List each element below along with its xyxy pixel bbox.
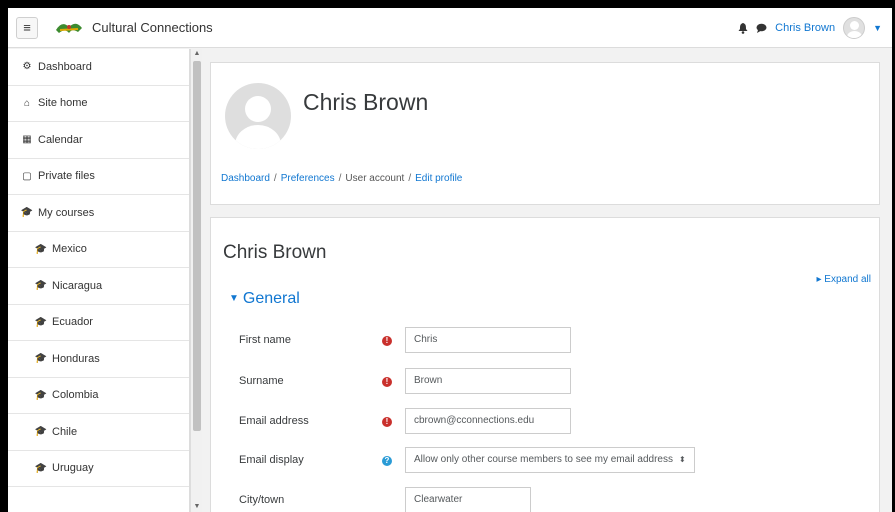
scrollbar-thumb[interactable] <box>193 61 201 431</box>
graduation-cap-icon: 🎓 <box>20 207 34 219</box>
sidebar-scrollbar[interactable]: ▲ ▼ <box>190 49 202 512</box>
section-general-toggle[interactable]: ▼ General <box>229 290 300 308</box>
notification-bell-icon[interactable] <box>738 22 748 34</box>
edit-profile-form-card: Chris Brown ▸ Expand all ▼ General First … <box>210 217 880 512</box>
breadcrumb-edit-profile-link[interactable]: Edit profile <box>415 173 462 184</box>
user-avatar[interactable] <box>843 17 866 39</box>
scroll-down-arrow-icon[interactable]: ▼ <box>191 502 203 512</box>
required-icon: ! <box>382 336 392 346</box>
graduation-cap-icon: 🎓 <box>34 280 48 292</box>
city-label: City/town <box>239 494 285 506</box>
sidebar-item-label: Mexico <box>52 243 87 256</box>
email-input[interactable]: cbrown@cconnections.edu <box>405 408 571 434</box>
app-window: ≡ Cultural Connections Chris Brown ▼ ⚙ D <box>8 8 892 512</box>
breadcrumb-user-account: User account <box>345 173 405 184</box>
section-general-label: General <box>242 290 300 307</box>
site-logo-icon <box>56 23 82 33</box>
email-display-label: Email display <box>239 454 304 466</box>
required-icon: ! <box>382 417 392 427</box>
surname-input[interactable]: Brown <box>405 368 571 394</box>
email-row: Email address ! cbrown@cconnections.edu <box>239 407 571 435</box>
calendar-icon: ▦ <box>22 134 32 146</box>
graduation-cap-icon: 🎓 <box>34 426 48 438</box>
sidebar-item-label: Uruguay <box>52 462 94 475</box>
sidebar-item-site-home[interactable]: ⌂ Site home <box>8 86 189 122</box>
expand-all-label: Expand all <box>824 274 871 285</box>
graduation-cap-icon: 🎓 <box>34 243 48 255</box>
sidebar-item-label: Site home <box>38 97 88 110</box>
sidebar-item-label: Chile <box>52 425 78 438</box>
sidebar-item-label: Colombia <box>52 389 99 402</box>
sidebar-item-my-courses[interactable]: 🎓 My courses <box>8 195 189 232</box>
email-display-selected-value: Allow only other course members to see m… <box>414 454 673 465</box>
home-icon: ⌂ <box>23 97 31 109</box>
page-title: Chris Brown <box>303 89 429 115</box>
breadcrumb-dashboard-link[interactable]: Dashboard <box>221 173 270 184</box>
hamburger-icon: ≡ <box>23 20 31 35</box>
expand-all-link[interactable]: ▸ Expand all <box>816 274 871 285</box>
graduation-cap-icon: 🎓 <box>34 389 48 401</box>
page-header-card: Chris Brown Dashboard / Preferences / User a… <box>210 62 880 205</box>
sidebar-item-course-ecuador[interactable]: 🎓 Ecuador <box>8 305 189 341</box>
graduation-cap-icon: 🎓 <box>34 462 48 474</box>
email-label: Email address <box>239 415 309 427</box>
message-bubble-icon[interactable] <box>756 23 767 33</box>
surname-row: Surname ! Brown <box>239 367 571 395</box>
form-title: Chris Brown <box>223 242 327 263</box>
site-name[interactable]: Cultural Connections <box>92 20 213 35</box>
sidebar-item-course-colombia[interactable]: 🎓 Colombia <box>8 378 189 414</box>
city-input[interactable]: Clearwater <box>405 487 531 512</box>
sidebar-item-label: Calendar <box>38 133 83 146</box>
email-display-row: Email display ? Allow only other course … <box>239 446 695 474</box>
user-menu-name[interactable]: Chris Brown <box>775 22 835 34</box>
user-menu-caret-icon[interactable]: ▼ <box>873 23 882 33</box>
file-icon: ▢ <box>22 170 32 182</box>
sidebar-item-label: Nicaragua <box>52 279 103 292</box>
profile-picture <box>225 83 291 149</box>
city-row: City/town Clearwater <box>239 486 531 512</box>
sidebar-item-course-honduras[interactable]: 🎓 Honduras <box>8 341 189 378</box>
breadcrumb-separator: / <box>408 173 412 184</box>
menu-toggle-button[interactable]: ≡ <box>16 16 38 39</box>
user-menu-area: Chris Brown ▼ <box>738 8 882 48</box>
sidebar-item-label: Dashboard <box>38 60 92 73</box>
sidebar-item-dashboard[interactable]: ⚙ Dashboard <box>8 49 189 86</box>
select-arrows-icon: ⬍ <box>679 455 686 464</box>
scroll-up-arrow-icon[interactable]: ▲ <box>191 49 203 59</box>
sidebar-item-label: Private files <box>38 170 95 183</box>
sidebar-item-course-mexico[interactable]: 🎓 Mexico <box>8 232 189 268</box>
dashboard-icon: ⚙ <box>22 61 32 73</box>
nav-drawer: ⚙ Dashboard ⌂ Site home ▦ Calendar ▢ Pri… <box>8 49 190 512</box>
email-display-select[interactable]: Allow only other course members to see m… <box>405 447 695 473</box>
breadcrumb-separator: / <box>273 173 277 184</box>
help-question-icon[interactable]: ? <box>382 456 392 466</box>
sidebar-item-label: Honduras <box>52 352 100 365</box>
first-name-label: First name <box>239 334 291 346</box>
first-name-input[interactable]: Chris <box>405 327 571 353</box>
sidebar-item-course-nicaragua[interactable]: 🎓 Nicaragua <box>8 268 189 305</box>
first-name-row: First name ! Chris <box>239 326 571 354</box>
sidebar-item-calendar[interactable]: ▦ Calendar <box>8 122 189 159</box>
graduation-cap-icon: 🎓 <box>34 316 48 328</box>
sidebar-item-label: My courses <box>38 206 95 219</box>
required-icon: ! <box>382 377 392 387</box>
breadcrumb-separator: / <box>338 173 342 184</box>
sidebar-item-course-uruguay[interactable]: 🎓 Uruguay <box>8 451 189 487</box>
breadcrumb-preferences-link[interactable]: Preferences <box>281 173 335 184</box>
surname-label: Surname <box>239 375 284 387</box>
sidebar-item-private-files[interactable]: ▢ Private files <box>8 159 189 195</box>
graduation-cap-icon: 🎓 <box>34 353 48 365</box>
top-navbar: ≡ Cultural Connections Chris Brown ▼ <box>8 8 892 48</box>
sidebar-item-label: Ecuador <box>52 316 93 329</box>
collapse-arrow-icon: ▼ <box>229 293 239 304</box>
sidebar-item-course-chile[interactable]: 🎓 Chile <box>8 414 189 451</box>
breadcrumb: Dashboard / Preferences / User account / Edit … <box>221 173 462 184</box>
